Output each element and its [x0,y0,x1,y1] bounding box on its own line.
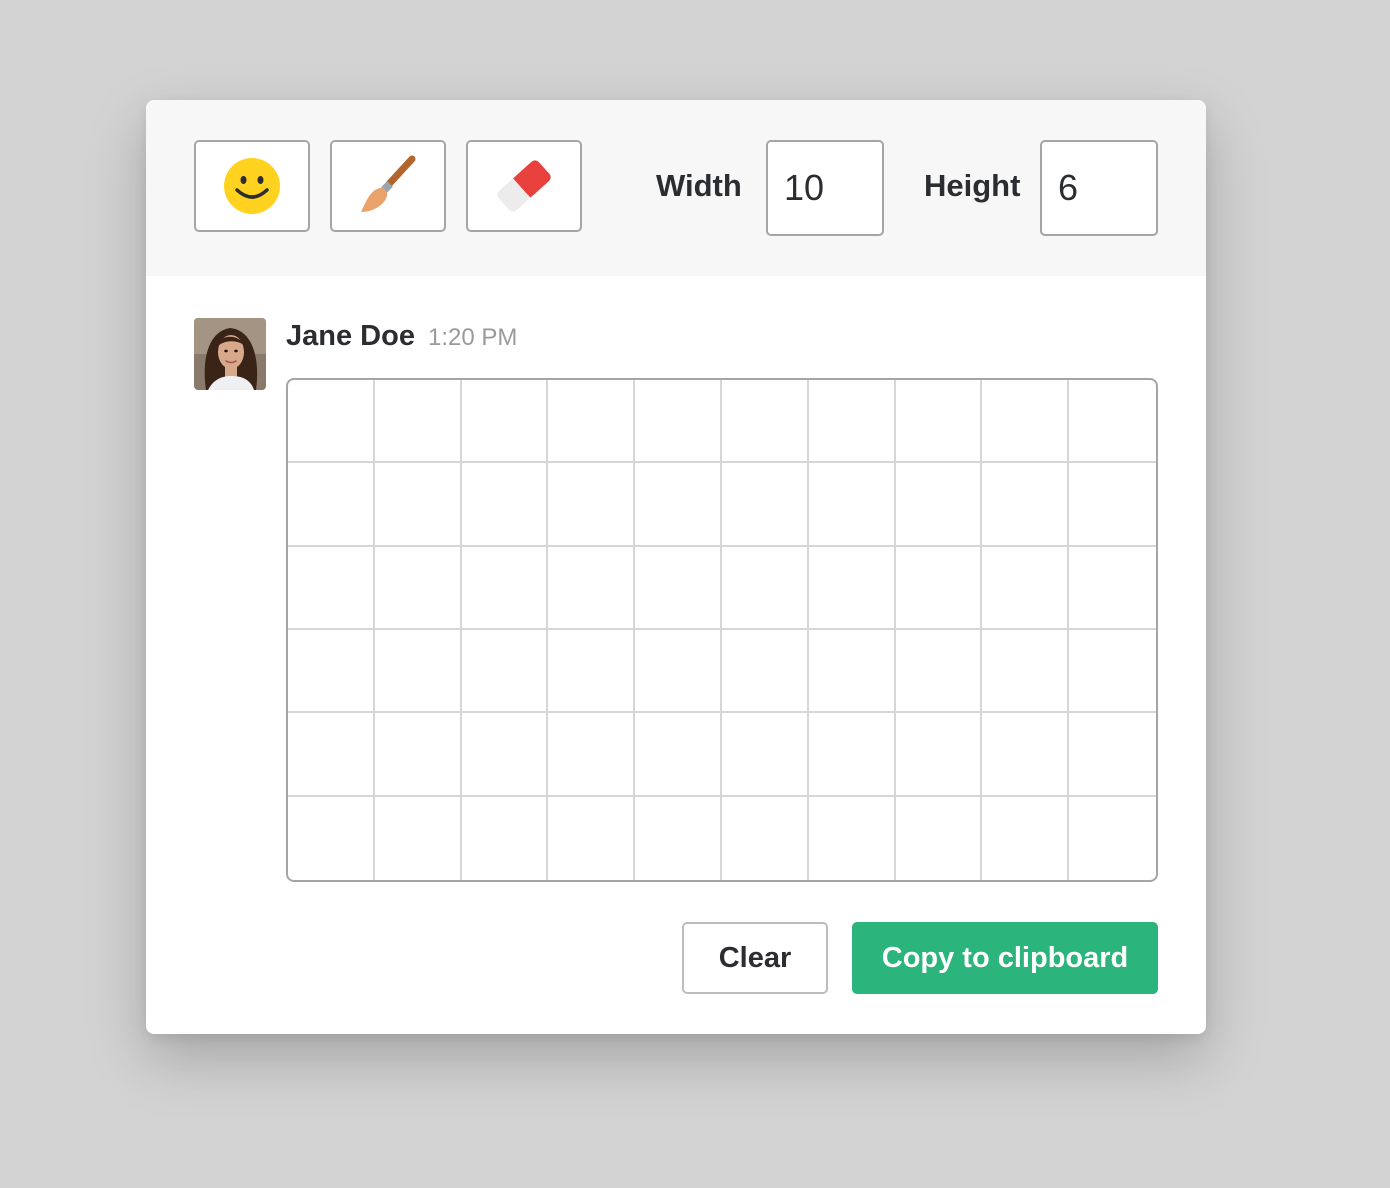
grid-cell[interactable] [635,546,722,630]
grid-cell[interactable] [375,796,462,880]
copy-to-clipboard-button[interactable]: Copy to clipboard [852,922,1158,994]
width-label: Width [656,168,742,203]
grid-cell[interactable] [1069,380,1156,464]
message-timestamp: 1:20 PM [428,324,518,351]
grid-cell[interactable] [722,713,809,797]
grid-cell[interactable] [288,380,375,464]
eraser-tool-button[interactable] [466,140,582,232]
grid-cell[interactable] [895,463,983,547]
grid-cell[interactable] [461,463,549,547]
grid-cell[interactable] [982,796,1070,880]
grid-cell[interactable] [548,713,636,797]
grid-cell[interactable] [722,796,809,880]
grid-cell[interactable] [808,713,896,797]
grid-cell[interactable] [288,713,375,797]
grid-cell[interactable] [982,546,1070,630]
grid-cell[interactable] [635,713,722,797]
grid-cell[interactable] [895,630,983,714]
drawing-dialog: Width Height Jane Doe 1:20 PM Clear Copy… [146,100,1206,1034]
grid-cell[interactable] [374,380,462,464]
grid-cell[interactable] [374,630,462,714]
grid-cell[interactable] [808,546,896,630]
grid-cell[interactable] [982,380,1070,464]
toolbar: Width Height [146,100,1206,276]
grid-cell[interactable] [895,380,983,464]
grid-cell[interactable] [808,630,896,714]
grid-cell[interactable] [288,796,375,880]
grid-cell[interactable] [288,463,375,547]
width-input[interactable] [766,140,884,236]
smiley-face-icon [222,156,282,216]
grid-cell[interactable] [374,463,462,547]
grid-cell[interactable] [461,380,549,464]
grid-cell[interactable] [288,546,375,630]
grid-cell[interactable] [722,630,809,714]
grid-cell[interactable] [548,463,636,547]
grid-cell[interactable] [982,713,1070,797]
grid-cell[interactable] [808,380,896,464]
emoji-tool-button[interactable] [194,140,310,232]
grid-cell[interactable] [982,630,1070,714]
grid-cell[interactable] [722,463,809,547]
grid-cell[interactable] [895,713,983,797]
grid-cell[interactable] [1069,630,1156,714]
height-input[interactable] [1040,140,1158,236]
grid-cell[interactable] [548,380,636,464]
grid-cell[interactable] [374,546,462,630]
grid-cell[interactable] [635,380,722,464]
grid-cell[interactable] [1069,713,1156,797]
grid-cell[interactable] [288,630,375,714]
grid-cell[interactable] [548,796,636,880]
grid-cell[interactable] [548,546,636,630]
grid-cell[interactable] [982,463,1070,547]
avatar [194,318,266,390]
author-name: Jane Doe [286,320,415,352]
grid-cell[interactable] [374,713,462,797]
grid-cell[interactable] [1069,463,1156,547]
grid-cell[interactable] [548,630,636,714]
grid-cell[interactable] [1069,797,1156,880]
grid-cell[interactable] [722,380,809,464]
drawing-grid[interactable] [286,378,1158,882]
grid-cell[interactable] [808,463,896,547]
grid-cell[interactable] [1069,547,1156,630]
grid-cell[interactable] [461,713,549,797]
grid-cell[interactable] [895,546,983,630]
grid-cell[interactable] [635,463,722,547]
grid-cell[interactable] [635,796,722,880]
grid-cell[interactable] [722,546,809,630]
grid-cell[interactable] [896,796,983,880]
grid-cell[interactable] [809,796,896,880]
eraser-icon [491,155,557,217]
brush-tool-button[interactable] [330,140,446,232]
clear-button[interactable]: Clear [682,922,828,994]
grid-cell[interactable] [635,630,722,714]
height-label: Height [924,168,1021,203]
grid-cell[interactable] [461,546,549,630]
grid-cell[interactable] [462,796,549,880]
paintbrush-icon [356,154,420,218]
grid-cell[interactable] [461,630,549,714]
